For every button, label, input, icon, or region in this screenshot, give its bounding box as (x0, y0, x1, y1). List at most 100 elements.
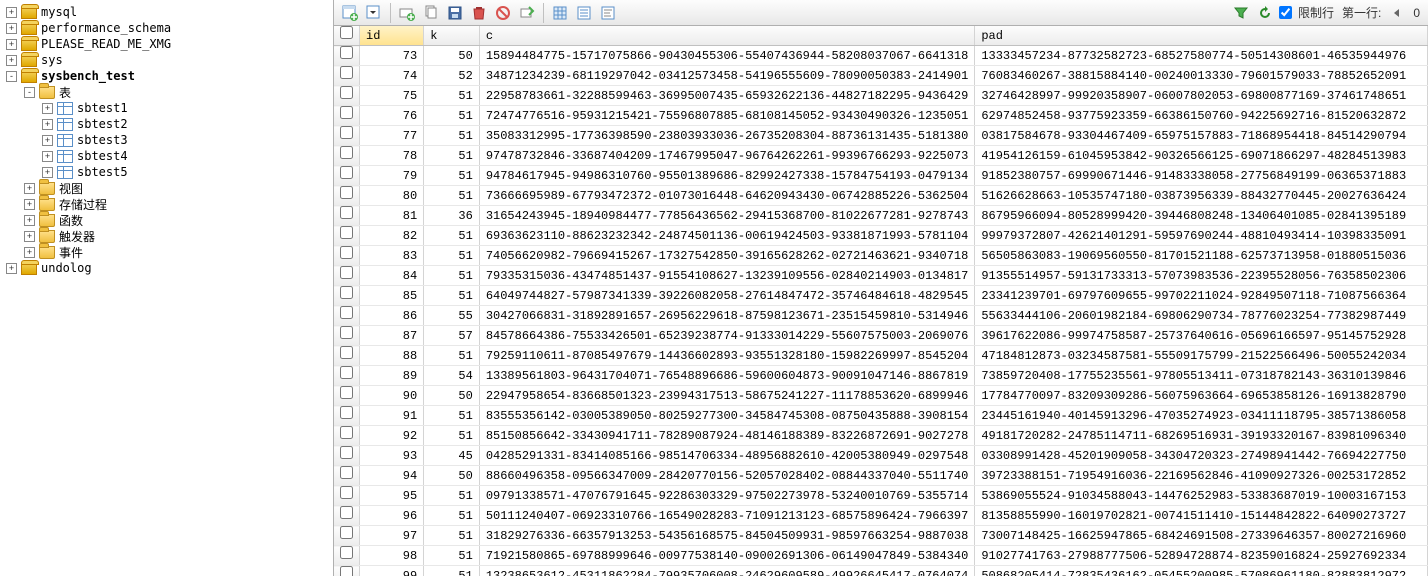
row-selector[interactable] (334, 346, 360, 366)
cell-k[interactable]: 57 (424, 326, 480, 346)
view-form-icon[interactable] (573, 2, 595, 24)
cell-id[interactable]: 75 (360, 86, 424, 106)
cell-id[interactable]: 93 (360, 446, 424, 466)
cell-k[interactable]: 51 (424, 506, 480, 526)
row-selector[interactable] (334, 566, 360, 576)
cell-id[interactable]: 83 (360, 246, 424, 266)
tree-item[interactable]: +触发器 (0, 228, 333, 244)
cell-c[interactable]: 31829276336-66357913253-54356168575-8450… (479, 526, 974, 546)
cell-k[interactable]: 51 (424, 286, 480, 306)
expand-icon[interactable]: + (6, 39, 17, 50)
cell-id[interactable]: 95 (360, 486, 424, 506)
table-row[interactable]: 765172474776516-95931215421-75596807885-… (334, 106, 1428, 126)
table-row[interactable]: 785197478732846-33687404209-17467995047-… (334, 146, 1428, 166)
table-row[interactable]: 755122958783661-32288599463-36995007435-… (334, 86, 1428, 106)
row-selector[interactable] (334, 486, 360, 506)
cell-c[interactable]: 13389561803-96431704071-76548896686-5960… (479, 366, 974, 386)
table-row[interactable]: 855164049744827-57987341339-39226082058-… (334, 286, 1428, 306)
tree-item[interactable]: +sbtest1 (0, 100, 333, 116)
row-selector[interactable] (334, 366, 360, 386)
column-header-id[interactable]: id (360, 26, 424, 46)
cell-pad[interactable]: 62974852458-93775923359-66386150760-9422… (975, 106, 1428, 126)
cell-pad[interactable]: 91852380757-69990671446-91483338058-2775… (975, 166, 1428, 186)
column-header-c[interactable]: c (479, 26, 974, 46)
cell-c[interactable]: 79259110611-87085497679-14436602893-9355… (479, 346, 974, 366)
cell-k[interactable]: 45 (424, 446, 480, 466)
cell-c[interactable]: 50111240407-06923310766-16549028283-7109… (479, 506, 974, 526)
view-text-icon[interactable] (597, 2, 619, 24)
cell-c[interactable]: 88660496358-09566347009-28420770156-5205… (479, 466, 974, 486)
tree-item[interactable]: +sbtest4 (0, 148, 333, 164)
cell-id[interactable]: 84 (360, 266, 424, 286)
expand-icon[interactable]: + (42, 103, 53, 114)
cell-k[interactable]: 50 (424, 466, 480, 486)
row-selector[interactable] (334, 406, 360, 426)
prev-page-icon[interactable] (1386, 2, 1408, 24)
column-header-k[interactable]: k (424, 26, 480, 46)
column-header-pad[interactable]: pad (975, 26, 1428, 46)
cell-pad[interactable]: 17784770097-83209309286-56075963664-6965… (975, 386, 1428, 406)
cell-id[interactable]: 73 (360, 46, 424, 66)
expand-icon[interactable]: + (6, 263, 17, 274)
tree-item[interactable]: +sys (0, 52, 333, 68)
table-row[interactable]: 905022947958654-83668501323-23994317513-… (334, 386, 1428, 406)
cell-id[interactable]: 88 (360, 346, 424, 366)
copy-icon[interactable] (420, 2, 442, 24)
tree-item[interactable]: +存储过程 (0, 196, 333, 212)
cell-id[interactable]: 76 (360, 106, 424, 126)
cell-pad[interactable]: 23445161940-40145913296-47035274923-0341… (975, 406, 1428, 426)
tree-item[interactable]: -表 (0, 84, 333, 100)
cell-k[interactable]: 51 (424, 86, 480, 106)
cell-pad[interactable]: 86795966094-80528999420-39446808248-1340… (975, 206, 1428, 226)
table-row[interactable]: 895413389561803-96431704071-76548896686-… (334, 366, 1428, 386)
cell-c[interactable]: 72474776516-95931215421-75596807885-6810… (479, 106, 974, 126)
expand-icon[interactable]: + (42, 167, 53, 178)
cell-pad[interactable]: 39723388151-71954916036-22169562846-4109… (975, 466, 1428, 486)
table-row[interactable]: 735015894484775-15717075866-90430455306-… (334, 46, 1428, 66)
row-selector[interactable] (334, 206, 360, 226)
cell-c[interactable]: 74056620982-79669415267-17327542850-3916… (479, 246, 974, 266)
table-row[interactable]: 925185150856642-33430941711-78289087924-… (334, 426, 1428, 446)
table-row[interactable]: 945088660496358-09566347009-28420770156-… (334, 466, 1428, 486)
cell-id[interactable]: 91 (360, 406, 424, 426)
table-row[interactable]: 965150111240407-06923310766-16549028283-… (334, 506, 1428, 526)
row-selector[interactable] (334, 226, 360, 246)
cell-c[interactable]: 84578664386-75533426501-65239238774-9133… (479, 326, 974, 346)
row-selector[interactable] (334, 286, 360, 306)
cell-c[interactable]: 04285291331-83414085166-98514706334-4895… (479, 446, 974, 466)
cell-k[interactable]: 51 (424, 566, 480, 576)
expand-icon[interactable]: + (24, 247, 35, 258)
cell-id[interactable]: 97 (360, 526, 424, 546)
cell-id[interactable]: 77 (360, 126, 424, 146)
cell-c[interactable]: 30427066831-31892891657-26956229618-8759… (479, 306, 974, 326)
table-row[interactable]: 915183555356142-03005389050-80259277300-… (334, 406, 1428, 426)
cell-c[interactable]: 97478732846-33687404209-17467995047-9676… (479, 146, 974, 166)
tree-item[interactable]: +performance_schema (0, 20, 333, 36)
cell-id[interactable]: 90 (360, 386, 424, 406)
row-selector[interactable] (334, 106, 360, 126)
tree-item[interactable]: +sbtest3 (0, 132, 333, 148)
cell-k[interactable]: 51 (424, 546, 480, 566)
cell-id[interactable]: 87 (360, 326, 424, 346)
table-row[interactable]: 995113238653612-45311862284-79935706008-… (334, 566, 1428, 576)
cell-k[interactable]: 52 (424, 66, 480, 86)
row-selector[interactable] (334, 466, 360, 486)
expand-icon[interactable]: - (24, 87, 35, 98)
row-selector[interactable] (334, 266, 360, 286)
row-selector[interactable] (334, 166, 360, 186)
cell-c[interactable]: 85150856642-33430941711-78289087924-4814… (479, 426, 974, 446)
tree-item[interactable]: -sysbench_test (0, 68, 333, 84)
cell-id[interactable]: 99 (360, 566, 424, 576)
row-selector[interactable] (334, 446, 360, 466)
cell-pad[interactable]: 23341239701-69797609655-99702211024-9284… (975, 286, 1428, 306)
row-selector[interactable] (334, 306, 360, 326)
cell-k[interactable]: 51 (424, 106, 480, 126)
grid-dropdown-icon[interactable] (363, 2, 385, 24)
cell-pad[interactable]: 50868205414-72835436162-05455200985-5708… (975, 566, 1428, 576)
row-selector[interactable] (334, 546, 360, 566)
tree-item[interactable]: +mysql (0, 4, 333, 20)
table-row[interactable]: 805173666695989-67793472372-01073016448-… (334, 186, 1428, 206)
tree-item[interactable]: +PLEASE_READ_ME_XMG (0, 36, 333, 52)
table-row[interactable]: 795194784617945-94986310760-95501389686-… (334, 166, 1428, 186)
cell-c[interactable]: 64049744827-57987341339-39226082058-2761… (479, 286, 974, 306)
